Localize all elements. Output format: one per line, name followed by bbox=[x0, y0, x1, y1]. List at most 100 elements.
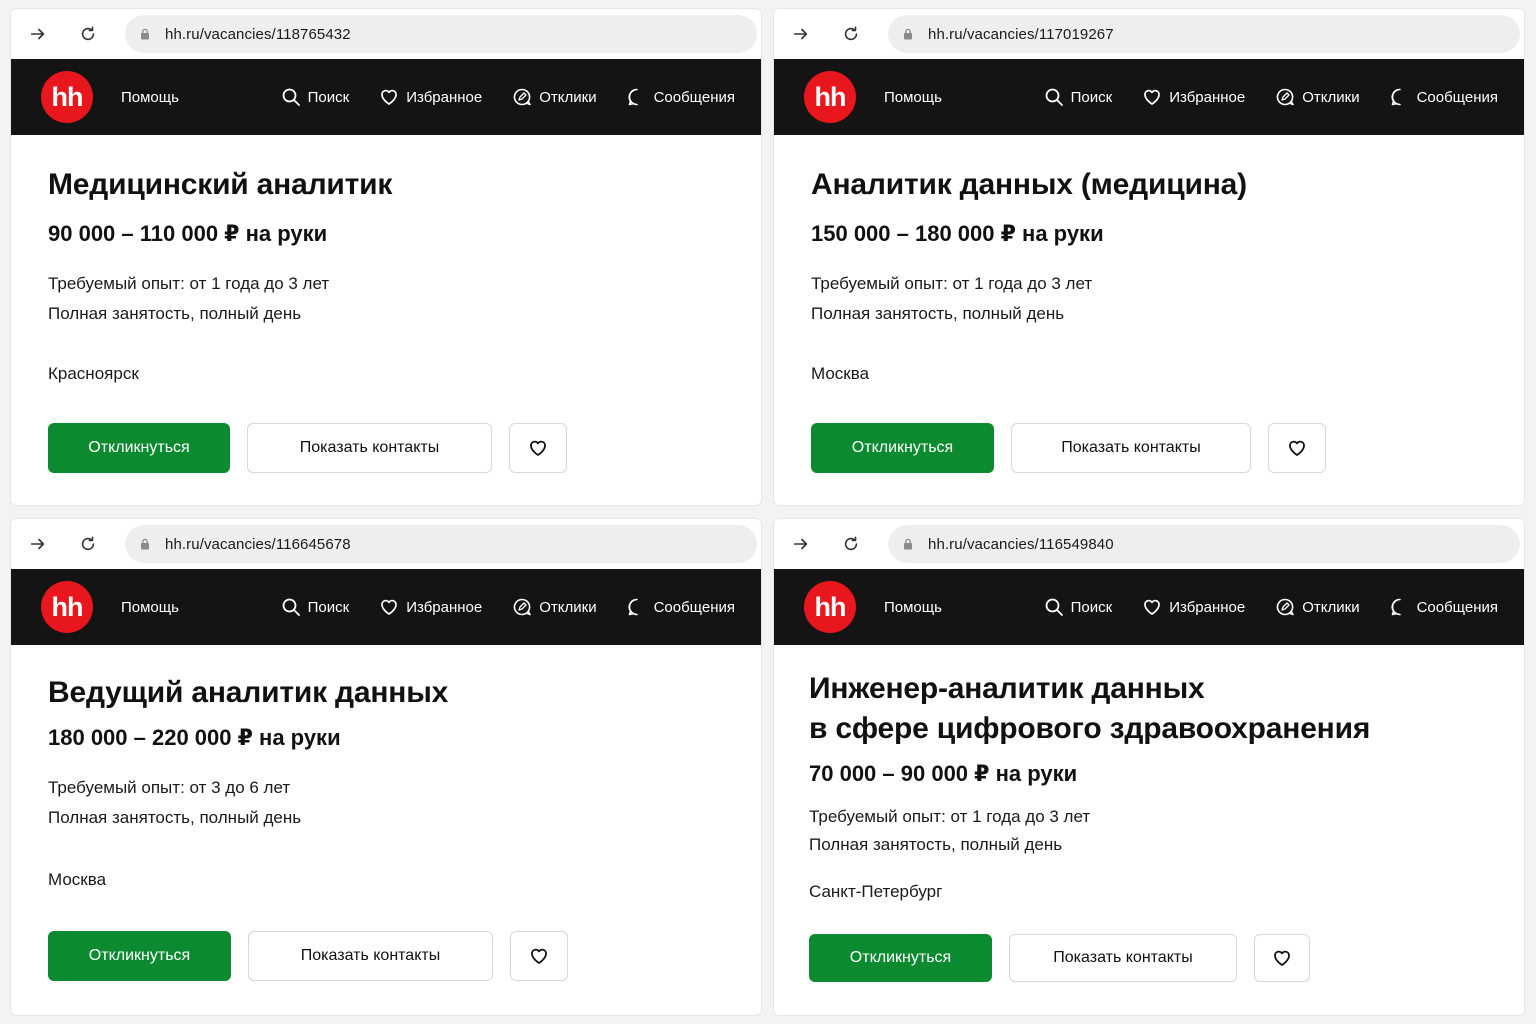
reload-button[interactable] bbox=[75, 531, 101, 557]
reload-button[interactable] bbox=[838, 531, 864, 557]
heart-icon bbox=[381, 89, 398, 105]
nav-search[interactable]: Поиск bbox=[281, 87, 350, 107]
reload-button[interactable] bbox=[838, 21, 864, 47]
browser-toolbar: hh.ru/vacancies/117019267 bbox=[774, 9, 1524, 59]
address-bar[interactable]: hh.ru/vacancies/116549840 bbox=[888, 525, 1520, 563]
nav-search[interactable]: Поиск bbox=[1044, 597, 1112, 617]
reload-icon bbox=[844, 26, 858, 41]
chat-pen-icon bbox=[513, 598, 532, 616]
address-bar[interactable]: hh.ru/vacancies/116645678 bbox=[125, 525, 757, 563]
favorite-button[interactable] bbox=[1254, 934, 1310, 982]
nav-messages[interactable]: Сообщения bbox=[627, 597, 735, 617]
help-link[interactable]: Помощь bbox=[884, 599, 942, 616]
reload-icon bbox=[81, 536, 95, 551]
reload-icon bbox=[81, 26, 95, 41]
chat-pen-icon bbox=[1276, 598, 1295, 616]
nav-search[interactable]: Поиск bbox=[1044, 87, 1112, 107]
chat-bubble-icon bbox=[628, 88, 638, 106]
favorite-button[interactable] bbox=[509, 423, 567, 473]
vacancy-title: Аналитик данных (медицина) bbox=[811, 168, 1247, 201]
apply-button[interactable]: Откликнуться bbox=[809, 934, 992, 982]
site-header: hh Помощь Поиск Избранное Отклики Сообще… bbox=[11, 59, 761, 135]
show-contacts-button[interactable]: Показать контакты bbox=[1009, 934, 1237, 982]
vacancy-content: Инженер-аналитик данных в сфере цифровог… bbox=[774, 669, 1524, 907]
reload-button[interactable] bbox=[75, 21, 101, 47]
favorite-button[interactable] bbox=[1268, 423, 1326, 473]
header-nav: Поиск Избранное Отклики Сообщения bbox=[251, 597, 735, 617]
lock-icon bbox=[904, 28, 912, 40]
nav-favorites[interactable]: Избранное bbox=[379, 597, 482, 617]
forward-button[interactable] bbox=[788, 531, 814, 557]
chat-pen-icon bbox=[513, 88, 532, 106]
reload-icon bbox=[844, 536, 858, 551]
hh-logo[interactable]: hh bbox=[41, 581, 93, 633]
vacancy-content: Аналитик данных (медицина) 150 000 – 180… bbox=[774, 165, 1524, 389]
vacancy-window-4: hh.ru/vacancies/116549840 hh Помощь Поис… bbox=[773, 518, 1525, 1016]
apply-button[interactable]: Откликнуться bbox=[48, 423, 230, 473]
nav-favorites[interactable]: Избранное bbox=[379, 87, 482, 107]
nav-messages-label: Сообщения bbox=[1416, 88, 1498, 106]
header-nav: Поиск Избранное Отклики Сообщения bbox=[1014, 597, 1498, 617]
nav-responses[interactable]: Отклики bbox=[1275, 87, 1360, 107]
nav-messages-label: Сообщения bbox=[653, 88, 735, 106]
forward-button[interactable] bbox=[25, 531, 51, 557]
nav-responses-label: Отклики bbox=[1302, 88, 1360, 106]
forward-button[interactable] bbox=[25, 21, 51, 47]
vacancy-title: Инженер-аналитик данных bbox=[809, 672, 1205, 705]
vacancy-salary: 150 000 – 180 000 ₽ на руки bbox=[811, 221, 1104, 246]
heart-icon bbox=[1289, 440, 1305, 456]
browser-toolbar: hh.ru/vacancies/118765432 bbox=[11, 9, 761, 59]
site-header: hh Помощь Поиск Избранное Отклики Сообще… bbox=[774, 569, 1524, 645]
help-link[interactable]: Помощь bbox=[121, 89, 179, 106]
hh-logo[interactable]: hh bbox=[804, 71, 856, 123]
nav-search-label: Поиск bbox=[307, 88, 350, 106]
help-link[interactable]: Помощь bbox=[121, 599, 179, 616]
hh-logo[interactable]: hh bbox=[41, 71, 93, 123]
vacancy-experience: Требуемый опыт: от 3 до 6 лет bbox=[48, 778, 291, 797]
lock-icon bbox=[904, 538, 912, 550]
nav-messages[interactable]: Сообщения bbox=[627, 87, 735, 107]
nav-messages[interactable]: Сообщения bbox=[1390, 87, 1498, 107]
show-contacts-button[interactable]: Показать контакты bbox=[248, 931, 493, 981]
address-bar[interactable]: hh.ru/vacancies/118765432 bbox=[125, 15, 757, 53]
apply-button[interactable]: Откликнуться bbox=[811, 423, 994, 473]
vacancy-city: Красноярск bbox=[48, 364, 139, 383]
nav-responses[interactable]: Отклики bbox=[512, 87, 597, 107]
vacancy-salary: 70 000 – 90 000 ₽ на руки bbox=[809, 761, 1078, 786]
address-bar[interactable]: hh.ru/vacancies/117019267 bbox=[888, 15, 1520, 53]
vacancy-content: Медицинский аналитик 90 000 – 110 000 ₽ … bbox=[11, 165, 761, 389]
forward-button[interactable] bbox=[788, 21, 814, 47]
vacancy-salary: 90 000 – 110 000 ₽ на руки bbox=[48, 221, 328, 246]
vacancy-city: Москва bbox=[48, 870, 107, 889]
nav-responses[interactable]: Отклики bbox=[1275, 597, 1360, 617]
nav-favorites[interactable]: Избранное bbox=[1142, 87, 1245, 107]
vacancy-content: Ведущий аналитик данных 180 000 – 220 00… bbox=[11, 673, 761, 895]
lock-icon bbox=[141, 28, 149, 40]
nav-responses[interactable]: Отклики bbox=[512, 597, 597, 617]
vacancy-title-line-2: в сфере цифрового здравоохранения bbox=[809, 712, 1371, 745]
vacancy-title: Медицинский аналитик bbox=[48, 168, 393, 201]
arrow-right-icon bbox=[30, 28, 45, 40]
apply-button[interactable]: Откликнуться bbox=[48, 931, 231, 981]
show-contacts-button[interactable]: Показать контакты bbox=[1011, 423, 1251, 473]
url-text: hh.ru/vacancies/117019267 bbox=[928, 25, 1114, 43]
arrow-right-icon bbox=[793, 28, 808, 40]
nav-search[interactable]: Поиск bbox=[281, 597, 349, 617]
vacancy-actions: Откликнуться Показать контакты bbox=[809, 934, 1310, 982]
favorite-button[interactable] bbox=[510, 931, 568, 981]
nav-favorites[interactable]: Избранное bbox=[1142, 597, 1245, 617]
chat-bubble-icon bbox=[1391, 598, 1401, 616]
vacancy-employment: Полная занятость, полный день bbox=[811, 304, 1065, 323]
nav-messages[interactable]: Сообщения bbox=[1390, 597, 1498, 617]
show-contacts-button[interactable]: Показать контакты bbox=[247, 423, 492, 473]
nav-responses-label: Отклики bbox=[539, 598, 597, 616]
help-link[interactable]: Помощь bbox=[884, 89, 942, 106]
vacancy-city: Санкт-Петербург bbox=[809, 882, 943, 901]
site-header: hh Помощь Поиск Избранное Отклики Сообще… bbox=[774, 59, 1524, 135]
site-header: hh Помощь Поиск Избранное Отклики Сообще… bbox=[11, 569, 761, 645]
search-icon bbox=[282, 88, 300, 106]
header-nav: Поиск Избранное Отклики Сообщения bbox=[251, 87, 735, 107]
hh-logo[interactable]: hh bbox=[804, 581, 856, 633]
nav-responses-label: Отклики bbox=[539, 88, 597, 106]
heart-icon bbox=[381, 599, 398, 615]
